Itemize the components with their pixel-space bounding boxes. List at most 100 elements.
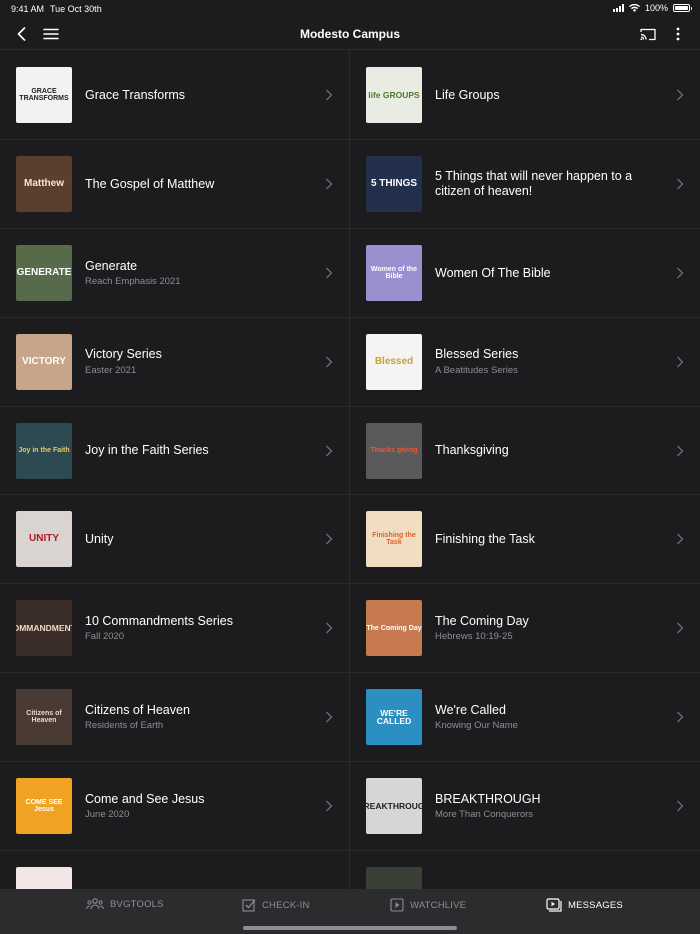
series-list-item[interactable]: WE'RE CALLED We're Called Knowing Our Name: [350, 673, 700, 763]
tab-messages[interactable]: MESSAGES: [546, 898, 623, 912]
series-text: ON THE ROCK: [435, 851, 660, 889]
series-title: Generate: [85, 258, 138, 273]
status-date: Tue Oct 30th: [50, 4, 102, 14]
chevron-right-icon: [677, 622, 684, 634]
status-bar: 9:41 AM Tue Oct 30th 100%: [0, 0, 700, 18]
chevron-right-icon: [326, 711, 333, 723]
series-text: Life Groups: [435, 51, 660, 139]
series-title: Joy in the Faith Series: [85, 443, 209, 458]
series-text: Joy in the Faith Series: [85, 407, 310, 495]
series-text: The Coming Day Hebrews 10:19-25: [435, 584, 660, 672]
series-list-item[interactable]: COME SEE Jesus Come and See Jesus June 202…: [0, 762, 349, 852]
series-title: Victory Series: [85, 347, 162, 362]
series-text: We're Called Knowing Our Name: [435, 673, 660, 761]
status-indicators: 100%: [612, 3, 692, 13]
series-column-left: GRACE TRANSFORMS Grace Transforms Matthew T…: [0, 51, 350, 889]
series-thumbnail: Citizens of Heaven: [16, 689, 72, 746]
series-text: Blessed Series A Beatitudes Series: [435, 318, 660, 406]
series-list-item[interactable]: Joy in the Faith Joy in the Faith Series: [0, 407, 349, 496]
series-thumbnail: 5 THINGS: [366, 155, 422, 212]
chevron-right-icon: [677, 800, 684, 812]
battery-icon: [673, 4, 692, 12]
series-grid: GRACE TRANSFORMS Grace Transforms Matthew T…: [0, 51, 700, 889]
series-text: Unity: [85, 495, 310, 583]
series-list-item[interactable]: The Coming Day The Coming Day Hebrews 10:1…: [350, 584, 700, 674]
chevron-right-icon: [677, 267, 684, 279]
cast-button[interactable]: [638, 24, 658, 44]
series-title: Blessed Series: [435, 347, 519, 362]
series-text: Grace Transforms: [85, 51, 310, 139]
chevron-right-icon: [326, 267, 333, 279]
series-list-item[interactable]: life GROUPS Life Groups: [350, 51, 700, 140]
series-subtitle: Knowing Our Name: [435, 720, 518, 732]
series-text: Finishing the Task: [435, 495, 660, 583]
series-list-item[interactable]: UNITY Unity: [0, 495, 349, 585]
tab-bvgtools[interactable]: BVGTOOLS: [86, 898, 164, 910]
more-options-button[interactable]: [668, 24, 688, 44]
series-list-item[interactable]: ON THE ROCK: [350, 851, 700, 889]
chevron-right-icon: [326, 356, 333, 368]
series-title: Finishing the Task: [435, 532, 535, 547]
series-subtitle: Fall 2020: [85, 631, 125, 643]
series-thumbnail: Matthew: [16, 155, 72, 212]
series-title: The Gospel of Matthew: [85, 176, 215, 191]
series-thumbnail: GRACE TRANSFORMS: [16, 67, 72, 123]
series-subtitle: June 2020: [85, 809, 130, 821]
series-subtitle: Easter 2021: [85, 364, 137, 376]
series-title: Unity: [85, 532, 114, 547]
chevron-right-icon: [677, 89, 684, 101]
chevron-right-icon: [326, 89, 333, 101]
series-list-item[interactable]: 5 THINGS 5 Things that will never happen …: [350, 140, 700, 229]
series-title: 10 Commandments Series: [85, 614, 233, 629]
tab-check-in[interactable]: CHECK-IN: [242, 898, 310, 912]
series-title: 5 Things that will never happen to a cit…: [435, 169, 633, 198]
series-text: Come and See Jesus June 2020: [85, 762, 310, 850]
chevron-right-icon: [326, 622, 333, 634]
cellular-signal-icon: [612, 4, 624, 12]
series-title: Citizens of Heaven: [85, 702, 190, 717]
series-list-item[interactable]: Citizens of Heaven Citizens of Heaven Resi…: [0, 673, 349, 763]
battery-percent: 100%: [644, 3, 668, 13]
chevron-right-icon: [677, 445, 684, 456]
series-subtitle: More Than Conquerors: [435, 809, 534, 821]
series-list-item[interactable]: Mother's Day 2020: [0, 851, 349, 889]
series-thumbnail: Blessed: [366, 333, 422, 390]
series-title: We're Called: [435, 702, 506, 717]
series-text: Generate Reach Emphasis 2021: [85, 229, 310, 317]
series-list-item[interactable]: Women of the Bible Women Of The Bible: [350, 229, 700, 318]
tab-watchlive[interactable]: WATCHLIVE: [390, 898, 466, 912]
series-list-item[interactable]: VICTORY Victory Series Easter 2021: [0, 318, 349, 407]
series-thumbnail: Finishing the Task: [366, 511, 422, 568]
home-indicator: [243, 926, 457, 930]
messages-icon: [546, 898, 562, 912]
chevron-right-icon: [677, 178, 684, 190]
series-list-item[interactable]: COMMANDMENTS 10 Commandments Series Fall 2…: [0, 584, 349, 674]
series-list-item[interactable]: BREAKTHROUGH BREAKTHROUGH More Than Conque…: [350, 762, 700, 852]
series-text: Thanksgiving: [435, 407, 660, 495]
chevron-right-icon: [677, 533, 684, 545]
series-list-item[interactable]: Matthew The Gospel of Matthew: [0, 140, 349, 229]
series-list-item[interactable]: Finishing the Task Finishing the Task: [350, 495, 700, 585]
series-thumbnail: UNITY: [16, 511, 72, 568]
series-list-item[interactable]: Thanks giving Thanksgiving: [350, 407, 700, 496]
chevron-right-icon: [326, 800, 333, 812]
series-list-item[interactable]: GRACE TRANSFORMS Grace Transforms: [0, 51, 349, 140]
series-list-item[interactable]: Blessed Blessed Series A Beatitudes Series: [350, 318, 700, 407]
series-text: BREAKTHROUGH More Than Conquerors: [435, 762, 660, 850]
cast-icon: [640, 28, 656, 40]
series-thumbnail: Thanks giving: [366, 422, 422, 479]
series-thumbnail: [366, 867, 422, 889]
series-subtitle: Residents of Earth: [85, 720, 164, 732]
checkbox-icon: [242, 899, 256, 912]
chevron-right-icon: [326, 178, 333, 190]
play-icon: [390, 898, 404, 912]
chevron-right-icon: [677, 356, 684, 368]
series-thumbnail: GENERATE: [16, 244, 72, 301]
series-subtitle: Hebrews 10:19-25: [435, 631, 513, 643]
series-title: BREAKTHROUGH: [435, 791, 541, 806]
series-text: Citizens of Heaven Residents of Earth: [85, 673, 310, 761]
series-thumbnail: Joy in the Faith: [16, 422, 72, 479]
series-thumbnail: COMMANDMENTS: [16, 600, 72, 657]
page-title: Modesto Campus: [299, 27, 400, 41]
series-list-item[interactable]: GENERATE Generate Reach Emphasis 2021: [0, 229, 349, 318]
